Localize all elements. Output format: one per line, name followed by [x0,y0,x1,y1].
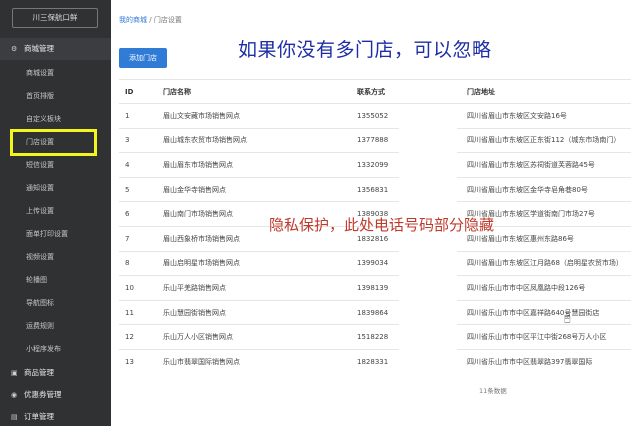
coupon-icon: ◉ [11,391,18,399]
cell-address: 四川省眉山市东坡区金华寺皂角巷80号 [461,176,631,202]
sidebar-item-home-layout[interactable]: 首页排版 [0,85,111,107]
sidebar-item-upload-settings[interactable]: 上传设置 [0,200,111,222]
cell-store-name: 眉山城东农贸市场销售网点 [157,127,351,153]
sidebar-item-miniprogram[interactable]: 小程序发布 [0,338,111,360]
highlight-box [10,129,97,156]
breadcrumb-home-link[interactable]: 我的商城 [119,16,147,24]
table-row: 8 眉山启明星市场销售网点 1399034 四川省眉山市东坡区江月路68（启明星农贸市… [119,250,631,276]
cell-id: 5 [119,176,157,202]
cell-address: 四川省乐山市市中区嘉祥路640号慧园街店 [461,299,631,325]
table-row: 12 乐山万人小区销售网点 1518228 四川省乐山市市中区平江中街268号万人小区 [119,324,631,350]
add-store-button[interactable]: 添加门店 [119,48,167,68]
cell-id: 8 [119,250,157,276]
order-icon: ▤ [11,413,18,421]
table-row: 1 眉山文安藏市场销售网点 1355052 四川省眉山市东坡区文安路16号 [119,103,631,129]
cell-id: 12 [119,324,157,350]
column-header-name: 门店名称 [157,79,351,104]
sidebar-item-mall-settings[interactable]: 商城设置 [0,62,111,84]
cell-id: 1 [119,103,157,129]
sidebar-item-notify-settings[interactable]: 通知设置 [0,177,111,199]
cell-store-name: 眉山眉东市场销售网点 [157,152,351,178]
breadcrumb: 我的商城 / 门店设置 [119,15,182,25]
breadcrumb-separator: / [149,16,152,24]
table-body: 1 眉山文安藏市场销售网点 1355052 四川省眉山市东坡区文安路16号 3 眉山城东农… [119,103,631,375]
cell-id: 7 [119,225,157,252]
mouse-cursor-icon: 🖰 [564,311,571,324]
nav-group-coupons[interactable]: ◉ 优惠券管理 [0,384,111,406]
cell-address: 四川省眉山市东坡区江月路68（启明星农贸市场） [461,250,631,276]
hint-annotation: 如果你没有多门店，可以忽略 [238,39,492,61]
sidebar-item-sms-settings[interactable]: 短信设置 [0,154,111,176]
cell-address: 四川省乐山市市中区平江中街268号万人小区 [461,324,631,350]
nav-group-products[interactable]: ▣ 商品管理 [0,362,111,384]
product-icon: ▣ [11,369,18,377]
cell-store-name: 乐山慧园街销售网点 [157,299,351,325]
nav-group-label: 优惠券管理 [24,390,62,399]
cell-store-name: 乐山平羌路销售网点 [157,275,351,301]
cell-address: 四川省乐山市市中区凤凰路中段126号 [461,275,631,301]
table-header-row: ID 门店名称 联系方式 门店地址 [119,79,631,104]
sidebar: 川三保航口鲜 ⚙ 商城管理 商城设置 首页排版 自定义板块 门店设置 短信设置 … [0,0,111,426]
sidebar-item-carousel[interactable]: 轮播图 [0,269,111,291]
column-header-address: 门店地址 [461,79,631,104]
sidebar-item-nav-icons[interactable]: 导航图标 [0,292,111,314]
nav-group-label: 商城管理 [24,44,54,53]
cell-store-name: 乐山万人小区销售网点 [157,324,351,350]
cell-id: 3 [119,127,157,153]
cell-id: 6 [119,201,157,227]
table-row: 11 乐山慧园街销售网点 1839864 四川省乐山市市中区嘉祥路640号慧园街店 [119,299,631,325]
nav-group-label: 商品管理 [24,368,54,377]
cell-store-name: 乐山市翡翠国际销售网点 [157,348,351,375]
sidebar-item-freight-rules[interactable]: 运费规则 [0,315,111,337]
table-row: 5 眉山金华寺销售网点 1356831 四川省眉山市东坡区金华寺皂角巷80号 [119,176,631,202]
table-row: 10 乐山平羌路销售网点 1398139 四川省乐山市市中区凤凰路中段126号 [119,275,631,301]
cell-store-name: 眉山启明星市场销售网点 [157,250,351,276]
nav-group-label: 订单管理 [24,412,54,421]
cell-id: 10 [119,275,157,301]
cell-store-name: 眉山金华寺销售网点 [157,176,351,202]
column-header-id: ID [119,79,157,104]
gear-icon: ⚙ [11,45,18,53]
sidebar-item-custom-blocks[interactable]: 自定义板块 [0,108,111,130]
brand-logo: 川三保航口鲜 [12,8,98,28]
cell-address: 四川省眉山市东坡区文安路16号 [461,103,631,129]
cell-id: 4 [119,152,157,178]
column-header-phone: 联系方式 [351,79,461,104]
cell-address: 四川省眉山市东坡区正东街112（城东市场南门） [461,127,631,153]
privacy-mask [399,120,457,390]
table-row: 3 眉山城东农贸市场销售网点 1377888 四川省眉山市东坡区正东街112（城东市场… [119,127,631,153]
privacy-annotation: 隐私保护，此处电话号码部分隐藏 [269,216,495,234]
sidebar-item-video-settings[interactable]: 视频设置 [0,246,111,268]
main-content: 我的商城 / 门店设置 添加门店 如果你没有多门店，可以忽略 ID 门店名称 联… [111,0,640,426]
nav-group-orders[interactable]: ▤ 订单管理 [0,406,111,426]
cell-address: 四川省眉山市东坡区苏祠街道芙蓉路45号 [461,152,631,178]
cell-id: 11 [119,299,157,325]
total-count: 11条数据 [479,387,507,395]
table-row: 4 眉山眉东市场销售网点 1332099 四川省眉山市东坡区苏祠街道芙蓉路45号 [119,152,631,178]
sidebar-item-waybill-print[interactable]: 面单打印设置 [0,223,111,245]
breadcrumb-current: 门店设置 [153,16,182,24]
cell-id: 13 [119,348,157,375]
cell-address: 四川省乐山市市中区翡翠路397翡翠国际 [461,348,631,375]
nav-group-mall[interactable]: ⚙ 商城管理 [0,38,111,60]
table-row: 13 乐山市翡翠国际销售网点 1828331 四川省乐山市市中区翡翠路397翡翠国际 [119,348,631,375]
cell-store-name: 眉山文安藏市场销售网点 [157,103,351,129]
